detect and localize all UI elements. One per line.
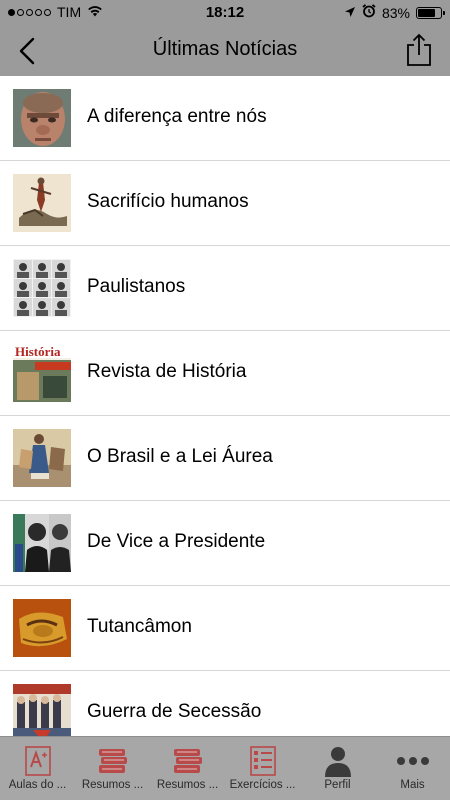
alarm-clock-icon xyxy=(362,4,376,21)
news-title: A diferença entre nós xyxy=(87,106,267,127)
news-title: Paulistanos xyxy=(87,276,186,297)
battery-icon xyxy=(416,6,445,19)
news-item[interactable]: Guerra de Secessão xyxy=(0,671,450,736)
news-item[interactable]: Paulistanos xyxy=(0,246,450,331)
tab-resumos-1[interactable]: Resumos ... xyxy=(75,737,150,801)
svg-text:História: História xyxy=(15,344,61,359)
tab-label: Mais xyxy=(400,779,425,791)
news-item[interactable]: De Vice a Presidente xyxy=(0,501,450,586)
news-title: De Vice a Presidente xyxy=(87,531,266,552)
news-thumbnail xyxy=(13,174,71,232)
page-title: Últimas Notícias xyxy=(152,38,298,60)
battery-percent: 83% xyxy=(381,4,410,21)
more-icon xyxy=(375,745,450,777)
tab-label: Exercícios ... xyxy=(229,779,296,791)
share-button[interactable] xyxy=(404,32,434,68)
tab-label: Resumos ... xyxy=(81,779,144,791)
tab-resumos-2[interactable]: Resumos ... xyxy=(150,737,225,801)
status-bar: TIM 18:12 83% xyxy=(0,0,450,26)
news-title: O Brasil e a Lei Áurea xyxy=(87,446,273,467)
books-icon xyxy=(150,745,225,777)
news-title: Tutancâmon xyxy=(87,616,192,637)
checklist-icon xyxy=(225,745,300,777)
person-icon xyxy=(300,745,375,777)
news-item[interactable]: História Revista de História xyxy=(0,331,450,416)
news-item[interactable]: A diferença entre nós xyxy=(0,76,450,161)
exam-icon xyxy=(0,745,75,777)
status-right: 83% xyxy=(344,4,445,21)
news-thumbnail xyxy=(13,429,71,487)
tab-exercicios[interactable]: Exercícios ... xyxy=(225,737,300,801)
news-thumbnail xyxy=(13,514,71,572)
navigation-bar: Últimas Notícias xyxy=(0,26,450,76)
news-item[interactable]: O Brasil e a Lei Áurea xyxy=(0,416,450,501)
share-icon xyxy=(407,33,431,66)
news-thumbnail xyxy=(13,89,71,147)
tab-label: Resumos ... xyxy=(156,779,219,791)
tab-mais[interactable]: Mais xyxy=(375,737,450,801)
news-thumbnail xyxy=(13,259,71,317)
news-title: Guerra de Secessão xyxy=(87,701,262,722)
news-item[interactable]: Tutancâmon xyxy=(0,586,450,671)
news-title: Revista de História xyxy=(87,361,247,382)
tab-label: Perfil xyxy=(324,779,351,791)
tab-aulas[interactable]: Aulas do ... xyxy=(0,737,75,801)
tab-perfil[interactable]: Perfil xyxy=(300,737,375,801)
news-title: Sacrifício humanos xyxy=(87,191,249,212)
news-thumbnail: História xyxy=(13,344,71,402)
news-thumbnail xyxy=(13,684,71,736)
tab-bar: Aulas do ... Resumos ... Resumos ... Exe… xyxy=(0,736,450,800)
tab-label: Aulas do ... xyxy=(8,779,67,791)
location-arrow-icon xyxy=(344,5,356,21)
books-icon xyxy=(75,745,150,777)
news-list: A diferença entre nós Sacrifício humanos… xyxy=(0,76,450,736)
news-item[interactable]: Sacrifício humanos xyxy=(0,161,450,246)
news-thumbnail xyxy=(13,599,71,657)
